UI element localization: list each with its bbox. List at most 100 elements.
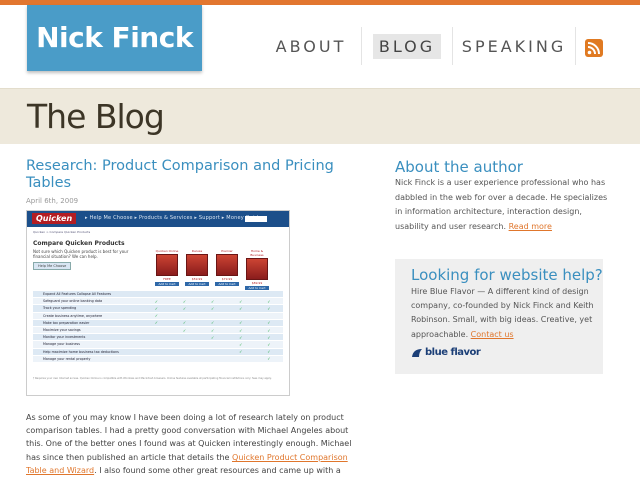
rss-icon[interactable] — [585, 39, 603, 57]
nav-about[interactable]: ABOUT — [270, 34, 353, 59]
check-icon: ✓ — [239, 320, 243, 326]
check-icon: ✓ — [267, 305, 271, 311]
post-date: April 6th, 2009 — [26, 197, 79, 205]
screenshot-row-label: Track your spending — [43, 306, 77, 311]
check-icon: ✓ — [267, 320, 271, 326]
screenshot-row-label: Safeguard your online banking data — [43, 299, 103, 304]
screenshot-row-label: Expand All Features Collapse All Feature… — [43, 292, 112, 297]
check-icon: ✓ — [154, 305, 159, 311]
screenshot-product-price: FREE — [163, 277, 171, 281]
screenshot-row-label: Help maximize home business tax deductio… — [43, 349, 119, 354]
check-icon: ✓ — [211, 327, 215, 333]
blue-flavor-mark-icon — [412, 348, 422, 357]
screenshot-product-price: $89.99 — [251, 281, 263, 285]
check-icon: ✓ — [239, 334, 243, 340]
screenshot-add-button: Add to Cart — [185, 282, 209, 286]
check-icon: ✓ — [239, 341, 243, 347]
screenshot-row-label: Make tax preparation easier — [43, 320, 90, 325]
screenshot-feature-table: Expand All Features Collapse All Feature… — [33, 291, 283, 363]
screenshot-product: Home & Business $89.99 Add to Cart — [245, 249, 269, 290]
screenshot-breadcrumb: Quicken > Compare Quicken Products — [33, 230, 91, 234]
main-nav: ABOUT BLOG SPEAKING — [268, 27, 583, 65]
screenshot-row-label: Manage your business — [43, 342, 80, 347]
check-icon: ✓ — [239, 349, 243, 355]
screenshot-table-row: Manage your business ✓ ✓ — [33, 341, 283, 349]
check-icon: ✓ — [267, 298, 271, 304]
screenshot-intro-text: Not sure which Quicken product is best f… — [33, 249, 129, 259]
check-icon: ✓ — [211, 305, 215, 311]
screenshot-product: Premier $79.99 Add to Cart — [215, 249, 239, 290]
nav-divider — [361, 27, 362, 65]
blue-flavor-logo[interactable]: blue flavor — [411, 347, 481, 358]
screenshot-row-label: Maximize your savings — [43, 328, 81, 333]
screenshot-nav-bar: Quicken ▸ Help Me Choose ▸ Products & Se… — [27, 211, 289, 227]
quicken-logo: Quicken — [32, 213, 77, 224]
product-box-image — [246, 258, 268, 280]
quicken-comparison-screenshot: Quicken ▸ Help Me Choose ▸ Products & Se… — [26, 210, 290, 396]
screenshot-table-row: Help maximize home business tax deductio… — [33, 348, 283, 356]
hire-promo-box: Looking for website help? Hire Blue Flav… — [395, 259, 603, 374]
screenshot-heading: Compare Quicken Products — [33, 240, 125, 247]
screenshot-product-price: $59.99 — [191, 277, 203, 281]
check-icon: ✓ — [211, 334, 215, 340]
check-icon: ✓ — [182, 320, 187, 326]
page-title: The Blog — [27, 97, 165, 136]
screenshot-product-name: Premier — [221, 249, 233, 253]
nav-speaking[interactable]: SPEAKING — [456, 34, 572, 59]
check-icon: ✓ — [239, 305, 243, 311]
screenshot-table-row: Maximize your savings ✓ ✓ ✓ ✓ — [33, 326, 283, 335]
screenshot-menu: ▸ Help Me Choose ▸ Products & Services ▸… — [85, 215, 262, 221]
screenshot-product: Quicken Online FREE Add to Cart — [155, 249, 179, 290]
screenshot-table-row: Manage your rental property ✓ — [33, 355, 283, 363]
about-author-text: Nick Finck is a user experience professi… — [395, 176, 611, 234]
about-author-body: Nick Finck is a user experience professi… — [395, 178, 608, 231]
post-excerpt: As some of you may know I have been doin… — [26, 411, 353, 480]
screenshot-table-row: Safeguard your online banking data ✓ ✓ ✓ ✓ ✓ — [33, 298, 283, 306]
screenshot-product-name: Quicken Online — [155, 249, 179, 253]
check-icon: ✓ — [154, 313, 159, 319]
screenshot-table-row: Monitor your investments ✓ ✓ ✓ — [33, 334, 283, 342]
screenshot-table-row: Track your spending ✓ ✓ ✓ ✓ ✓ — [33, 305, 283, 313]
check-icon: ✓ — [182, 298, 187, 304]
screenshot-add-button: Add to Cart — [245, 286, 269, 290]
check-icon: ✓ — [154, 298, 159, 304]
check-icon: ✓ — [211, 320, 215, 326]
screenshot-footnote: † Requires your own Internet access. Qui… — [33, 377, 272, 380]
site-logo[interactable]: Nick Finck — [27, 5, 202, 71]
check-icon: ✓ — [211, 298, 215, 304]
screenshot-row-label: Monitor your investments — [43, 335, 86, 340]
screenshot-help-button: Help Me Choose — [33, 262, 72, 270]
screenshot-add-button: Add to Cart — [215, 282, 239, 286]
check-icon: ✓ — [267, 341, 271, 347]
check-icon: ✓ — [267, 327, 271, 333]
product-box-image — [216, 254, 238, 276]
contact-us-link[interactable]: Contact us — [471, 330, 514, 339]
screenshot-product-price: $79.99 — [221, 277, 233, 281]
nav-blog[interactable]: BLOG — [372, 33, 442, 59]
screenshot-table-row: Expand All Features Collapse All Feature… — [33, 291, 283, 299]
product-box-image — [156, 254, 178, 276]
nav-divider — [575, 27, 576, 65]
screenshot-intro: Not sure which Quicken product is best f… — [33, 249, 145, 279]
check-icon: ✓ — [267, 356, 271, 362]
hire-text: Hire Blue Flavor — A different kind of d… — [411, 285, 597, 342]
product-box-image — [186, 254, 208, 276]
check-icon: ✓ — [182, 327, 187, 333]
screenshot-product-name: Deluxe — [191, 249, 203, 253]
check-icon: ✓ — [267, 349, 271, 355]
screenshot-product: Deluxe $59.99 Add to Cart — [185, 249, 209, 290]
screenshot-table-row: Make tax preparation easier ✓ ✓ ✓ ✓ ✓ — [33, 319, 283, 327]
hire-heading: Looking for website help? — [411, 266, 603, 284]
screenshot-row-label: Create business anytime, anywhere — [43, 313, 103, 318]
nav-divider — [452, 27, 453, 65]
screenshot-product-name: Home & Business — [250, 249, 264, 257]
page-banner: The Blog — [0, 88, 640, 144]
screenshot-products: Quicken Online FREE Add to Cart Deluxe $… — [155, 249, 269, 290]
blue-flavor-wordmark: blue flavor — [425, 347, 481, 358]
screenshot-add-button: Add to Cart — [155, 282, 179, 286]
check-icon: ✓ — [182, 305, 187, 311]
check-icon: ✓ — [154, 320, 159, 326]
read-more-link[interactable]: Read more — [509, 222, 552, 231]
check-icon: ✓ — [239, 298, 243, 304]
post-title-link[interactable]: Research: Product Comparison and Pricing… — [26, 158, 346, 192]
